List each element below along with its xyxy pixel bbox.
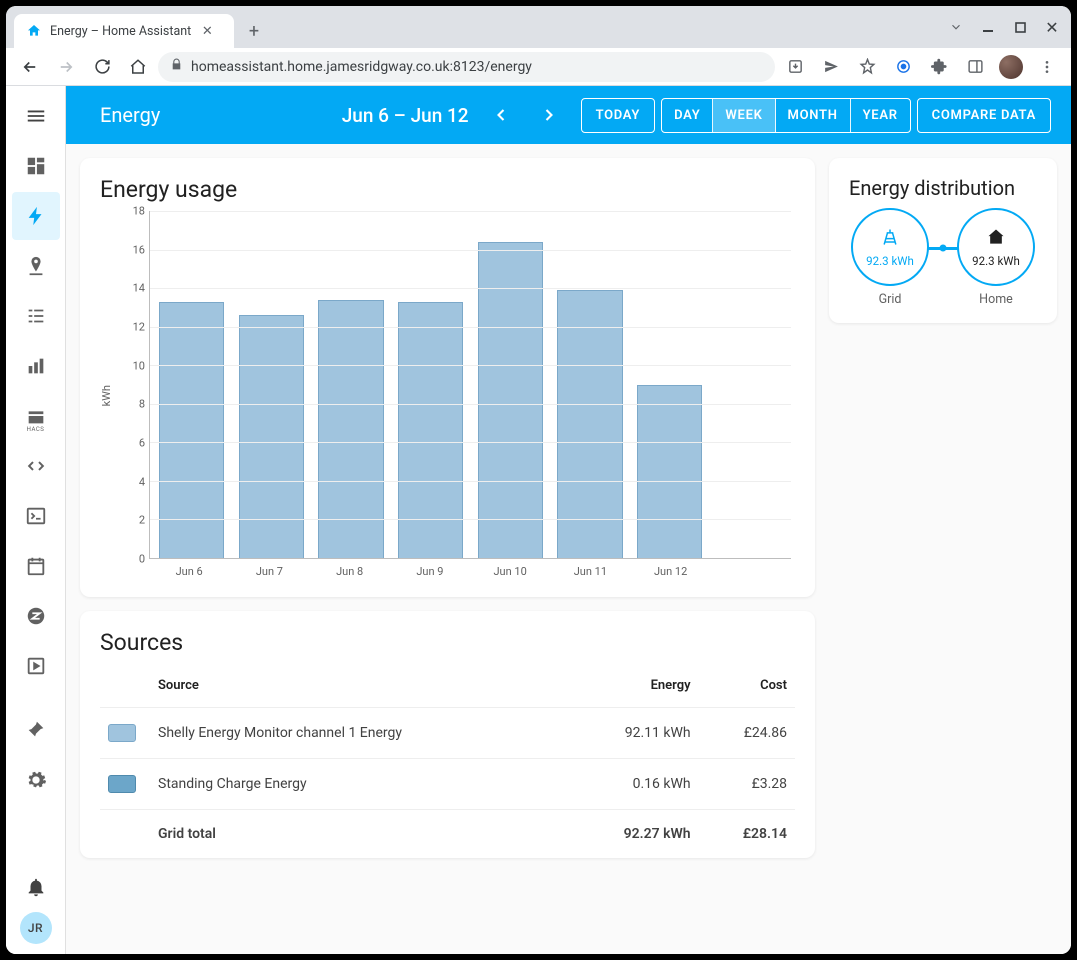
sidebar-item-hacs[interactable]: HACS xyxy=(12,392,60,440)
sidebar-item-overview[interactable] xyxy=(12,142,60,190)
sources-header-energy: Energy xyxy=(566,664,699,708)
distribution-grid-node[interactable]: 92.3 kWh Grid xyxy=(851,208,929,307)
close-tab-icon[interactable]: ✕ xyxy=(199,23,215,39)
browser-tab-title: Energy – Home Assistant xyxy=(50,24,191,39)
energy-usage-card: Energy usage kWh 024681012141618 Jun 6Ju… xyxy=(80,158,815,597)
sources-title: Sources xyxy=(100,629,795,656)
chart-ytick: 4 xyxy=(139,475,145,488)
energy-usage-chart: kWh 024681012141618 Jun 6Jun 7Jun 8Jun 9… xyxy=(100,211,795,581)
chart-xtick: Jun 12 xyxy=(631,559,711,581)
distribution-title: Energy distribution xyxy=(849,176,1037,200)
sidebar-item-energy[interactable] xyxy=(12,192,60,240)
browser-tab[interactable]: Energy – Home Assistant ✕ xyxy=(14,14,234,48)
period-month[interactable]: MONTH xyxy=(776,99,851,132)
sidebar-item-map[interactable] xyxy=(12,242,60,290)
sidebar: HACS JR xyxy=(6,86,66,954)
browser-tabstrip: Energy – Home Assistant ✕ + ✕ xyxy=(6,6,1071,48)
new-tab-button[interactable]: + xyxy=(240,17,268,45)
home-button[interactable] xyxy=(122,51,154,83)
app-header: Energy Jun 6 – Jun 12 TODAY DAYWEEKMONTH… xyxy=(66,86,1071,144)
compare-data-button[interactable]: COMPARE DATA xyxy=(917,98,1051,133)
chart-ytick: 6 xyxy=(139,437,145,450)
chart-ytick: 16 xyxy=(133,243,145,256)
chart-xtick: Jun 9 xyxy=(390,559,470,581)
chart-xtick: Jun 11 xyxy=(550,559,630,581)
menu-button[interactable] xyxy=(12,92,60,140)
transmission-tower-icon xyxy=(880,227,900,252)
chart-bar[interactable] xyxy=(557,290,622,558)
chart-ytick: 2 xyxy=(139,514,145,527)
sources-card: Sources Source Energy Cost Shelly Energy… xyxy=(80,611,815,858)
reload-button[interactable] xyxy=(86,51,118,83)
sidebar-item-devtools[interactable] xyxy=(12,706,60,754)
chart-bar[interactable] xyxy=(239,315,304,558)
home-assistant-favicon-icon xyxy=(26,23,42,39)
window-maximize-icon[interactable] xyxy=(1007,14,1033,40)
chart-xtick: Jun 10 xyxy=(470,559,550,581)
back-button[interactable] xyxy=(14,51,46,83)
chart-ylabel: kWh xyxy=(100,385,113,406)
chart-ytick: 0 xyxy=(139,553,145,566)
period-selector: DAYWEEKMONTHYEAR xyxy=(661,98,911,133)
sources-header-cost: Cost xyxy=(699,664,795,708)
energy-distribution-card: Energy distribution 92.3 kWh Grid xyxy=(829,158,1057,323)
forward-button[interactable] xyxy=(50,51,82,83)
sources-header-source: Source xyxy=(150,664,566,708)
browser-overflow-icon[interactable] xyxy=(943,14,969,40)
chart-ytick: 12 xyxy=(133,321,145,334)
sidebar-item-calendar[interactable] xyxy=(12,542,60,590)
window-minimize-icon[interactable] xyxy=(975,14,1001,40)
home-icon xyxy=(986,227,1006,252)
chart-xtick: Jun 7 xyxy=(229,559,309,581)
address-url: homeassistant.home.jamesridgway.co.uk:81… xyxy=(191,59,532,75)
date-range[interactable]: Jun 6 – Jun 12 xyxy=(342,104,469,127)
chart-xtick: Jun 6 xyxy=(149,559,229,581)
browser-toolbar: homeassistant.home.jamesridgway.co.uk:81… xyxy=(6,48,1071,86)
sidebar-item-terminal[interactable] xyxy=(12,492,60,540)
distribution-home-node[interactable]: 92.3 kWh Home xyxy=(957,208,1035,307)
send-icon[interactable] xyxy=(815,51,847,83)
sidebar-item-logbook[interactable] xyxy=(12,292,60,340)
chart-ytick: 14 xyxy=(133,282,145,295)
sources-total-row: Grid total92.27 kWh£28.14 xyxy=(100,810,795,859)
today-button[interactable]: TODAY xyxy=(581,98,656,133)
sidebar-item-code[interactable] xyxy=(12,442,60,490)
page-title: Energy xyxy=(100,103,160,127)
window-close-icon[interactable]: ✕ xyxy=(1039,14,1065,40)
prev-period-button[interactable] xyxy=(485,99,517,131)
distribution-link xyxy=(927,247,959,250)
shield-icon[interactable] xyxy=(887,51,919,83)
notifications-icon[interactable] xyxy=(12,876,60,898)
sources-table: Source Energy Cost Shelly Energy Monitor… xyxy=(100,664,795,858)
chart-ytick: 10 xyxy=(133,359,145,372)
install-app-icon[interactable] xyxy=(779,51,811,83)
profile-avatar[interactable] xyxy=(995,51,1027,83)
sources-row[interactable]: Standing Charge Energy0.16 kWh£3.28 xyxy=(100,759,795,810)
energy-usage-title: Energy usage xyxy=(100,176,795,203)
side-panel-icon[interactable] xyxy=(959,51,991,83)
lock-icon xyxy=(170,58,183,75)
next-period-button[interactable] xyxy=(533,99,565,131)
sidebar-item-media[interactable] xyxy=(12,642,60,690)
extensions-icon[interactable] xyxy=(923,51,955,83)
sources-row[interactable]: Shelly Energy Monitor channel 1 Energy92… xyxy=(100,708,795,759)
chart-xtick: Jun 8 xyxy=(310,559,390,581)
period-year[interactable]: YEAR xyxy=(851,99,910,132)
chart-bar[interactable] xyxy=(478,242,543,558)
chrome-menu-icon[interactable] xyxy=(1031,51,1063,83)
period-week[interactable]: WEEK xyxy=(713,99,775,132)
sidebar-item-settings[interactable] xyxy=(12,756,60,804)
period-day[interactable]: DAY xyxy=(662,99,713,132)
chart-ytick: 18 xyxy=(133,205,145,218)
sidebar-item-zigbee[interactable] xyxy=(12,592,60,640)
address-bar[interactable]: homeassistant.home.jamesridgway.co.uk:81… xyxy=(158,52,775,82)
user-avatar[interactable]: JR xyxy=(20,912,52,944)
sidebar-item-history[interactable] xyxy=(12,342,60,390)
chart-ytick: 8 xyxy=(139,398,145,411)
bookmark-icon[interactable] xyxy=(851,51,883,83)
chart-bar[interactable] xyxy=(637,385,702,559)
